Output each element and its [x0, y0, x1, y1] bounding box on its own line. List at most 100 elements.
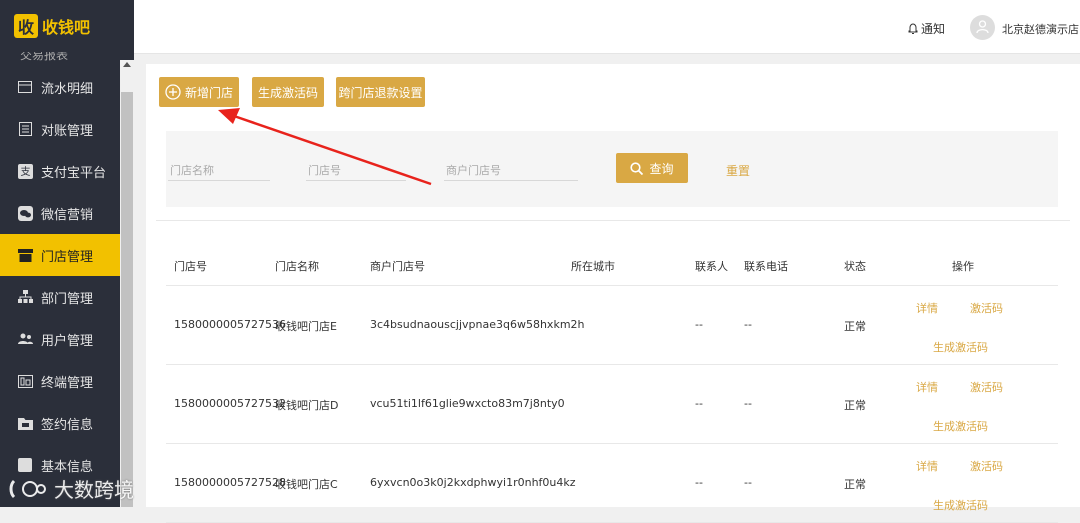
alipay-icon: 支 — [17, 163, 33, 179]
sidebar-item-label: 部门管理 — [41, 291, 94, 307]
cell-phone: -- — [744, 397, 752, 410]
terminal-icon — [17, 373, 33, 389]
store-name-input[interactable] — [168, 161, 270, 181]
merchant-store-no-input[interactable] — [444, 161, 578, 181]
th-phone: 联系电话 — [744, 260, 788, 273]
store-no-input[interactable] — [306, 161, 406, 181]
sidebar: 收 收钱吧 交易报表 流水明细 对账管理 支 支付宝平台 微信营销 门店管理 部… — [0, 0, 134, 507]
cell-merchant-store-no: vcu51ti1lf61glie9wxcto83m7j8nty0 — [370, 397, 565, 410]
sidebar-item-contract[interactable]: 签约信息 — [0, 402, 120, 444]
sidebar-scrollbar[interactable] — [120, 60, 134, 507]
sidebar-nav: 交易报表 流水明细 对账管理 支 支付宝平台 微信营销 门店管理 部门管理 用户… — [0, 52, 120, 507]
activation-code-link[interactable]: 激活码 — [970, 300, 1003, 316]
list-icon — [17, 79, 33, 95]
search-icon — [630, 161, 644, 175]
bell-icon — [908, 23, 918, 34]
cell-store-name: 收钱吧门店E — [275, 320, 337, 333]
th-store-name: 门店名称 — [275, 260, 319, 273]
logo-text: 收钱吧 — [42, 18, 91, 37]
table-row: 1580000005727528 收钱吧门店C 6yxvcn0o3k0j2kxd… — [166, 444, 1058, 523]
folder-icon — [17, 415, 33, 431]
table-row: 1580000005727532 收钱吧门店D vcu51ti1lf61glie… — [166, 365, 1058, 444]
logo[interactable]: 收 收钱吧 — [0, 0, 134, 52]
cell-store-name: 收钱吧门店C — [275, 478, 338, 491]
info-icon — [17, 457, 33, 473]
wechat-icon — [17, 205, 33, 221]
avatar[interactable] — [970, 15, 995, 40]
th-merchant-store-no: 商户门店号 — [370, 260, 425, 273]
cell-merchant-store-no: 6yxvcn0o3k0j2kxdphwyi1r0nhf0u4kz — [370, 476, 576, 489]
divider — [156, 220, 1070, 221]
table-header: 门店号 门店名称 商户门店号 所在城市 联系人 联系电话 状态 操作 — [166, 244, 1058, 286]
th-actions: 操作 — [952, 260, 974, 273]
top-header: 通知 北京赵德演示店 — [134, 0, 1080, 54]
sidebar-item-alipay[interactable]: 支 支付宝平台 — [0, 150, 120, 192]
search-label: 查询 — [649, 161, 674, 176]
reset-link[interactable]: 重置 — [726, 162, 750, 179]
sidebar-item-label: 用户管理 — [41, 333, 94, 349]
sidebar-item-wechat[interactable]: 微信营销 — [0, 192, 120, 234]
ledger-icon — [17, 121, 33, 137]
cell-contact: -- — [695, 476, 703, 489]
activation-code-link[interactable]: 激活码 — [970, 379, 1003, 395]
store-icon — [17, 247, 33, 263]
filter-panel: 查询 重置 — [166, 131, 1058, 207]
sidebar-item-department[interactable]: 部门管理 — [0, 276, 120, 318]
sidebar-item-flow[interactable]: 流水明细 — [0, 66, 120, 108]
detail-link[interactable]: 详情 — [916, 458, 938, 474]
sidebar-item-store[interactable]: 门店管理 — [0, 234, 120, 276]
activation-code-link[interactable]: 激活码 — [970, 458, 1003, 474]
main-panel: 新增门店 生成激活码 跨门店退款设置 查询 重置 门店号 门店名称 商户门店号 … — [146, 64, 1080, 523]
sidebar-item-terminal[interactable]: 终端管理 — [0, 360, 120, 402]
logo-mark: 收 — [14, 14, 38, 38]
gen-activation-code-button[interactable]: 生成激活码 — [252, 77, 324, 107]
scroll-up-icon[interactable] — [123, 62, 131, 67]
cell-store-no: 1580000005727528 — [174, 476, 286, 489]
detail-link[interactable]: 详情 — [916, 379, 938, 395]
cell-status: 正常 — [844, 399, 866, 412]
sidebar-item-label: 签约信息 — [41, 417, 94, 433]
th-store-no: 门店号 — [174, 260, 207, 273]
scrollbar-thumb[interactable] — [121, 92, 133, 507]
watermark-logo-icon — [8, 477, 48, 501]
sidebar-item-label: 终端管理 — [41, 375, 94, 391]
gen-activation-code-link[interactable]: 生成激活码 — [933, 339, 988, 355]
table-row: 1580000005727536 收钱吧门店E 3c4bsudnaouscjjv… — [166, 286, 1058, 365]
cell-status: 正常 — [844, 478, 866, 491]
sidebar-item-label: 门店管理 — [41, 249, 94, 265]
org-icon — [17, 289, 33, 305]
th-status: 状态 — [844, 260, 866, 273]
sidebar-item-label: 基本信息 — [41, 459, 94, 475]
sidebar-item-label: 支付宝平台 — [41, 165, 107, 181]
cell-store-no: 1580000005727536 — [174, 318, 286, 331]
svg-text:支: 支 — [20, 166, 30, 178]
notice-button[interactable]: 通知 — [908, 20, 945, 37]
cell-contact: -- — [695, 318, 703, 331]
sidebar-item-label: 微信营销 — [41, 207, 94, 223]
search-button[interactable]: 查询 — [616, 153, 688, 183]
cell-phone: -- — [744, 476, 752, 489]
notice-label: 通知 — [921, 22, 946, 36]
cell-store-name: 收钱吧门店D — [275, 399, 339, 412]
cross-store-refund-button[interactable]: 跨门店退款设置 — [336, 77, 425, 107]
cell-contact: -- — [695, 397, 703, 410]
cell-status: 正常 — [844, 320, 866, 333]
cell-store-no: 1580000005727532 — [174, 397, 286, 410]
sidebar-item-label: 流水明细 — [41, 81, 94, 97]
watermark: 大数跨境 — [8, 474, 134, 503]
sidebar-item-partial[interactable]: 交易报表 — [0, 52, 120, 66]
user-icon — [976, 19, 989, 36]
detail-link[interactable]: 详情 — [916, 300, 938, 316]
user-name[interactable]: 北京赵德演示店 — [1002, 21, 1079, 37]
sidebar-item-reconcile[interactable]: 对账管理 — [0, 108, 120, 150]
add-store-button[interactable]: 新增门店 — [159, 77, 239, 107]
plus-circle-icon — [165, 84, 181, 100]
sidebar-item-label: 对账管理 — [41, 123, 94, 139]
th-city: 所在城市 — [571, 260, 615, 273]
cell-merchant-store-no: 3c4bsudnaouscjjvpnae3q6w58hxkm2h — [370, 318, 585, 331]
th-contact: 联系人 — [695, 260, 728, 273]
users-icon — [17, 331, 33, 347]
gen-activation-code-link[interactable]: 生成激活码 — [933, 497, 988, 513]
sidebar-item-users[interactable]: 用户管理 — [0, 318, 120, 360]
gen-activation-code-link[interactable]: 生成激活码 — [933, 418, 988, 434]
